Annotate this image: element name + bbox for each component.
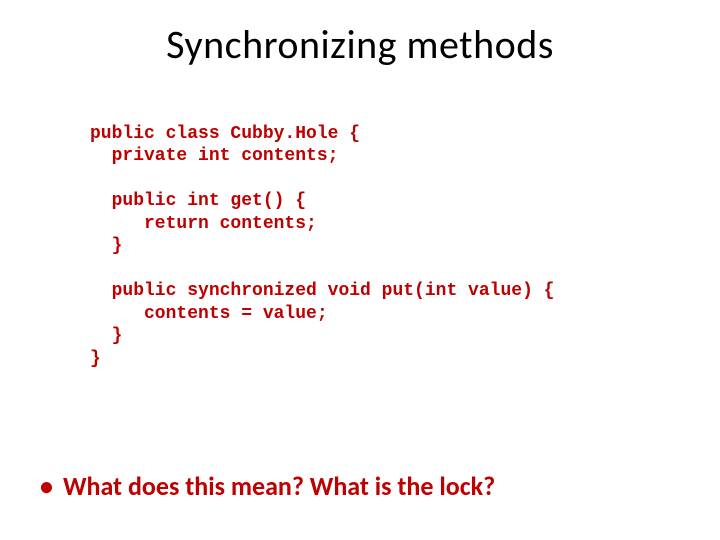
code-line: } [90,236,122,256]
code-line: } [90,326,122,346]
bullet-text: What does this mean? What is the lock? [63,470,495,502]
code-line: private int contents; [90,146,338,166]
slide-title: Synchronizing methods [0,20,720,69]
code-line: contents = value; [90,304,328,324]
slide: Synchronizing methods public class Cubby… [0,0,720,540]
code-line: public int get() { [90,191,306,211]
bullet-item: • What does this mean? What is the lock? [40,470,680,502]
code-block: public class Cubby.Hole { private int co… [90,100,554,370]
bullet-marker-icon: • [40,470,53,502]
code-line: public class Cubby.Hole { [90,124,360,144]
code-line: public synchronized void put(int value) … [90,281,554,301]
code-line: } [90,349,101,369]
code-line: return contents; [90,214,317,234]
